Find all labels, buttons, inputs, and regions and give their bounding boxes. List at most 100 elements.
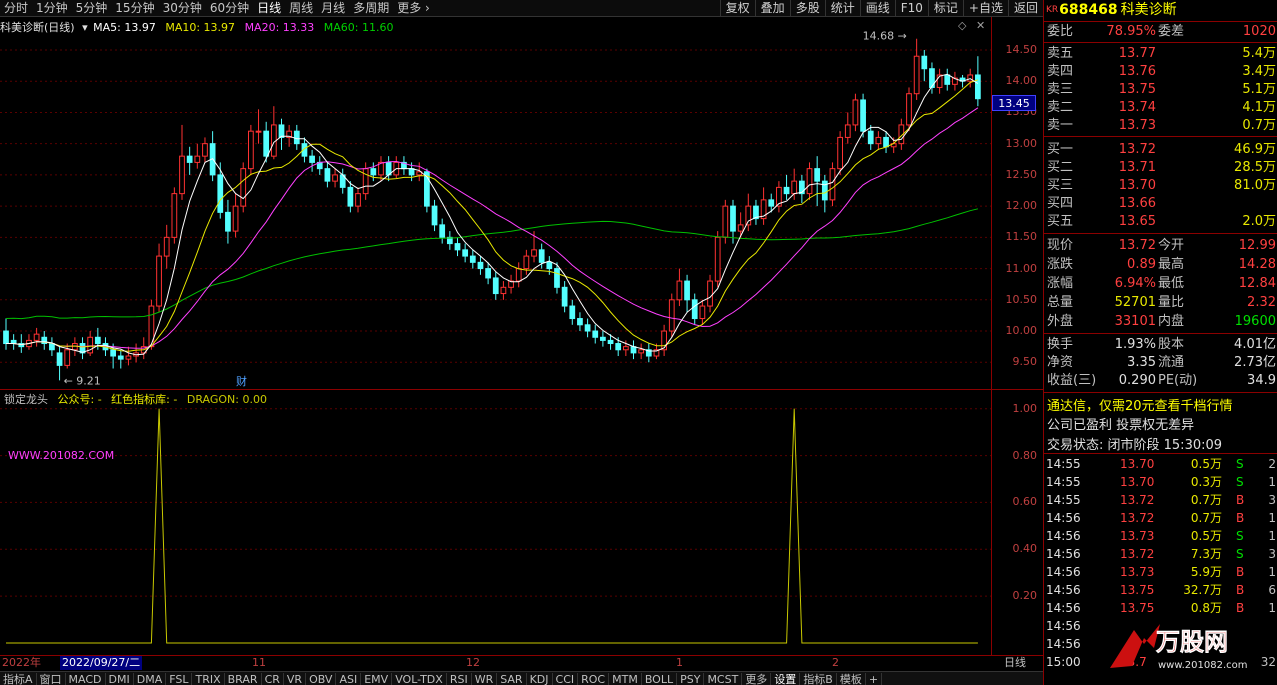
toolbar-button[interactable]: 叠加 (754, 0, 790, 16)
date-label: 1 (676, 656, 683, 669)
tick-price: 13.72 (1120, 511, 1155, 525)
toolbar-button[interactable]: 多股 (789, 0, 825, 16)
row-value: 13.66 (1118, 196, 1156, 211)
candle-body (592, 330, 599, 338)
period-label[interactable]: 日线 (1004, 656, 1026, 670)
ask-row[interactable]: 卖一 13.73 0.7万 (1044, 117, 1277, 135)
period-tab[interactable]: 30分钟 (159, 0, 206, 16)
date-label: 2022/09/27/二 (60, 656, 143, 670)
candle-body (913, 55, 920, 95)
indicator-tab[interactable]: EMV (361, 673, 393, 685)
price-axis-tick: 13.00 (1005, 136, 1038, 150)
row-label-2: PE(动) (1158, 373, 1198, 388)
indicator-tab[interactable]: 更多 (742, 673, 772, 685)
toolbar-button[interactable]: 统计 (824, 0, 860, 16)
candle-body (569, 305, 576, 320)
logo-url: www.201082.com (1158, 660, 1248, 671)
chevron-down-icon[interactable]: ▾ (82, 21, 88, 34)
ask-row[interactable]: 卖三 13.75 5.1万 (1044, 81, 1277, 99)
period-tab[interactable]: 分时 (0, 0, 32, 16)
indicator-tab[interactable]: MTM (609, 673, 642, 685)
candle-body (485, 268, 491, 279)
indicator-tab[interactable]: 模板 (837, 673, 866, 685)
ask-row[interactable]: 卖二 13.74 4.1万 (1044, 99, 1277, 117)
row-label: 委比 (1047, 24, 1074, 39)
toolbar-button[interactable]: F10 (894, 0, 928, 16)
tick-time: 15:00 (1046, 655, 1081, 669)
row-label: 卖五 (1047, 46, 1074, 61)
indicator-tab[interactable]: ASI (336, 673, 362, 685)
ask-row[interactable]: 卖五 13.77 5.4万 (1044, 45, 1277, 63)
ask-row[interactable]: 卖四 13.76 3.4万 (1044, 63, 1277, 81)
period-tab[interactable]: 5分钟 (72, 0, 112, 16)
row-value: 3.35 (1127, 355, 1156, 370)
high-price-label: 14.68 → (863, 30, 907, 43)
tick-volume: 32.7万 (1183, 583, 1222, 597)
candle-body (64, 349, 71, 366)
period-tab[interactable]: 15分钟 (111, 0, 158, 16)
indicator-chart[interactable]: 锁定龙头 公众号: - 红色指标库: - DRAGON: 0.00 WWW.20… (0, 389, 991, 655)
candlestick-chart-svg: 14.68 → ← 9.21 财 (0, 30, 991, 388)
divider (1044, 42, 1277, 43)
tick-price: 13.70 (1120, 457, 1155, 471)
indicator-tab[interactable]: 窗口 (37, 673, 66, 685)
toolbar-button[interactable]: 复权 (719, 0, 755, 16)
indicator-tab[interactable]: MACD (66, 673, 106, 685)
promo-banner[interactable]: 通达信，仅需20元查看千档行情 (1047, 395, 1233, 414)
finance-marker[interactable]: 财 (236, 374, 247, 388)
indicator-tab[interactable]: OBV (306, 673, 337, 685)
indicator-tab[interactable]: CCI (553, 673, 579, 685)
toolbar-button[interactable]: 返回 (1007, 0, 1043, 16)
bid-row[interactable]: 买一 13.72 46.9万 (1044, 141, 1277, 159)
row-value: 13.75 (1118, 82, 1156, 97)
period-tab[interactable]: 月线 (317, 0, 349, 16)
period-tab[interactable]: 周线 (285, 0, 317, 16)
row-label: 卖二 (1047, 100, 1074, 115)
indicator-tab[interactable]: FSL (166, 673, 193, 685)
indicator-axis-tick: 0.60 (1012, 495, 1038, 509)
indicator-tab[interactable]: VOL-TDX (392, 673, 447, 685)
period-tab[interactable]: 多周期 (349, 0, 393, 16)
indicator-tab[interactable]: SAR (497, 673, 527, 685)
bid-row[interactable]: 买五 13.65 2.0万 (1044, 213, 1277, 231)
stat-row-2: 净资 3.35 流通 2.73亿 (1044, 354, 1277, 372)
indicator-tab[interactable]: CR (262, 673, 284, 685)
indicator-tab[interactable]: 设置 (771, 673, 801, 685)
indicator-tab[interactable]: BOLL (642, 673, 678, 685)
period-tab[interactable]: 日线 (253, 0, 285, 16)
bid-row[interactable]: 买二 13.71 28.5万 (1044, 159, 1277, 177)
indicator-tab[interactable]: DMA (134, 673, 167, 685)
toolbar-button[interactable]: +自选 (962, 0, 1008, 16)
period-tab[interactable]: 60分钟 (206, 0, 253, 16)
indicator-tab[interactable]: KDJ (527, 673, 553, 685)
indicator-tab[interactable]: DMI (106, 673, 134, 685)
candle-body (240, 168, 247, 207)
indicator-tab[interactable]: RSI (447, 673, 472, 685)
indicator-tab[interactable]: WR (472, 673, 498, 685)
indicator-tab[interactable]: + (866, 673, 883, 685)
indicator-tab[interactable]: BRAR (225, 673, 262, 685)
close-icon[interactable]: ✕ (976, 19, 985, 32)
indicator-tab[interactable]: VR (284, 673, 307, 685)
current-price-tag: 13.45 (992, 95, 1036, 111)
row-label: 买一 (1047, 142, 1074, 157)
bid-row[interactable]: 买三 13.70 81.0万 (1044, 177, 1277, 195)
toolbar-button[interactable]: 画线 (859, 0, 895, 16)
indicator-tab[interactable]: TRIX (192, 673, 225, 685)
candle-body (232, 205, 239, 232)
period-tab[interactable]: 1分钟 (32, 0, 72, 16)
candle-body (668, 299, 675, 332)
price-axis-tick: 9.50 (1012, 355, 1038, 369)
indicator-tab[interactable]: 指标B (800, 673, 837, 685)
row-value: 13.71 (1118, 160, 1156, 175)
indicator-tab[interactable]: 指标A (0, 673, 37, 685)
indicator-tab[interactable]: MCST (704, 673, 743, 685)
price-chart[interactable]: 14.68 → ← 9.21 财 科美诊断(日线) ▾ MA5: 13.97 MA1… (0, 17, 991, 389)
period-tab[interactable]: 更多 › (393, 0, 434, 16)
indicator-tab[interactable]: PSY (677, 673, 705, 685)
row-label-2: 股本 (1158, 337, 1185, 352)
toolbar-button[interactable]: 标记 (927, 0, 963, 16)
indicator-tab[interactable]: ROC (578, 673, 610, 685)
diamond-icon[interactable]: ◇ (958, 19, 966, 32)
bid-row[interactable]: 买四 13.66 (1044, 195, 1277, 213)
